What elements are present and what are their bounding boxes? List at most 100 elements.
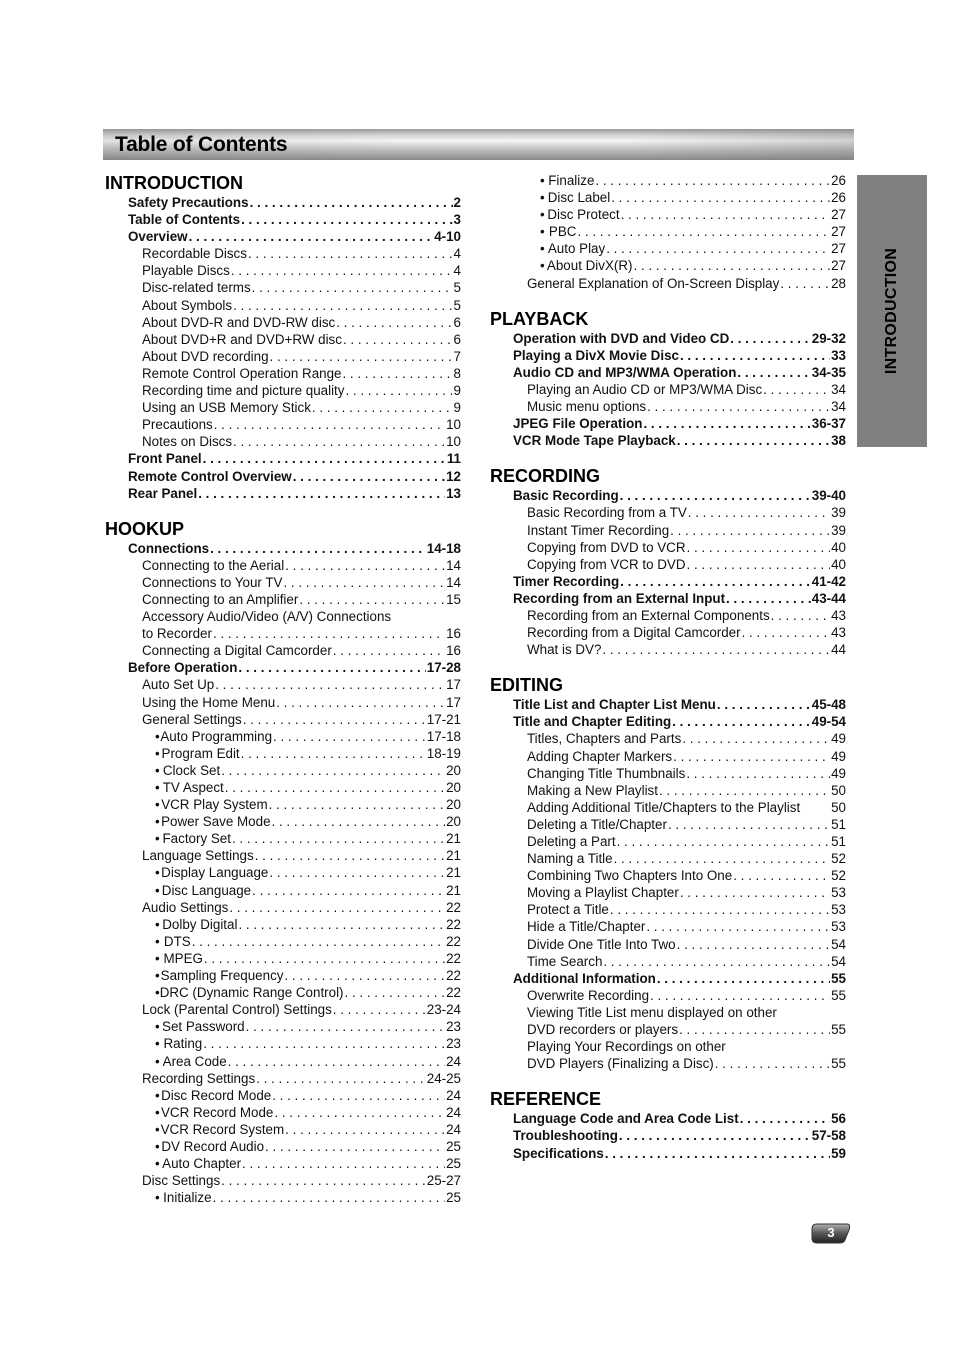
toc-entry[interactable]: Titles, Chapters and Parts 49 — [490, 730, 846, 747]
toc-entry[interactable]: Deleting a Part 51 — [490, 833, 846, 850]
toc-entry[interactable]: Combining Two Chapters Into One 52 — [490, 867, 846, 884]
toc-entry[interactable]: Naming a Title 52 — [490, 850, 846, 867]
toc-entry[interactable]: Recording from an External Components 43 — [490, 607, 846, 624]
toc-entry[interactable]: VCR Mode Tape Playback 38 — [490, 432, 846, 449]
toc-entry[interactable]: •Auto Play 27 — [490, 240, 846, 257]
toc-entry[interactable]: •Disc Label 26 — [490, 189, 846, 206]
toc-entry[interactable]: to Recorder 16 — [105, 625, 461, 642]
toc-entry[interactable]: •DTS 22 — [105, 933, 461, 950]
toc-entry[interactable]: •Disc Protect 27 — [490, 206, 846, 223]
toc-entry[interactable]: Timer Recording 41-42 — [490, 573, 846, 590]
toc-entry[interactable]: Connecting to an Amplifier 15 — [105, 591, 461, 608]
toc-entry[interactable]: Deleting a Title/Chapter 51 — [490, 816, 846, 833]
toc-entry[interactable]: •Area Code 24 — [105, 1053, 461, 1070]
toc-entry[interactable]: Overview 4-10 — [105, 228, 461, 245]
toc-entry[interactable]: Adding Additional Title/Chapters to the … — [490, 799, 846, 816]
toc-entry[interactable]: Operation with DVD and Video CD 29-32 — [490, 330, 846, 347]
toc-entry[interactable]: Recording from an External Input 43-44 — [490, 590, 846, 607]
toc-entry[interactable]: Connecting to the Aerial 14 — [105, 557, 461, 574]
toc-entry[interactable]: •DV Record Audio25 — [105, 1138, 461, 1155]
toc-entry[interactable]: JPEG File Operation 36-37 — [490, 415, 846, 432]
toc-entry[interactable]: Specifications 59 — [490, 1145, 846, 1162]
toc-entry[interactable]: Auto Set Up 17 — [105, 676, 461, 693]
toc-entry[interactable]: Connections 14-18 — [105, 540, 461, 557]
toc-entry[interactable]: Instant Timer Recording 39 — [490, 522, 846, 539]
toc-entry[interactable]: Troubleshooting 57-58 — [490, 1127, 846, 1144]
toc-entry[interactable]: Viewing Title List menu displayed on oth… — [490, 1004, 846, 1021]
toc-entry[interactable]: Recordable Discs 4 — [105, 245, 461, 262]
toc-entry[interactable]: Title and Chapter Editing 49-54 — [490, 713, 846, 730]
toc-entry[interactable]: Adding Chapter Markers 49 — [490, 748, 846, 765]
toc-entry[interactable]: About Symbols 5 — [105, 297, 461, 314]
toc-entry[interactable]: •DRC (Dynamic Range Control)22 — [105, 984, 461, 1001]
toc-entry[interactable]: Using an USB Memory Stick 9 — [105, 399, 461, 416]
toc-entry[interactable]: •Clock Set 20 — [105, 762, 461, 779]
toc-entry[interactable]: •Auto Chapter 25 — [105, 1155, 461, 1172]
toc-entry[interactable]: Notes on Discs 10 — [105, 433, 461, 450]
toc-entry[interactable]: Front Panel 11 — [105, 450, 461, 467]
toc-entry[interactable]: Connections to Your TV 14 — [105, 574, 461, 591]
toc-entry[interactable]: •Finalize 26 — [490, 172, 846, 189]
toc-entry[interactable]: Lock (Parental Control) Settings 23-24 — [105, 1001, 461, 1018]
toc-entry[interactable]: Additional Information 55 — [490, 970, 846, 987]
toc-entry[interactable]: Audio CD and MP3/WMA Operation 34-35 — [490, 364, 846, 381]
toc-entry[interactable]: Using the Home Menu 17 — [105, 694, 461, 711]
toc-entry[interactable]: Title List and Chapter List Menu 45-48 — [490, 696, 846, 713]
toc-entry[interactable]: Recording from a Digital Camcorder 43 — [490, 624, 846, 641]
toc-entry[interactable]: Connecting a Digital Camcorder 16 — [105, 642, 461, 659]
toc-entry[interactable]: •VCR Play System20 — [105, 796, 461, 813]
toc-entry[interactable]: Playable Discs 4 — [105, 262, 461, 279]
toc-entry[interactable]: •Disc Record Mode24 — [105, 1087, 461, 1104]
toc-entry[interactable]: •Disc Language 21 — [105, 882, 461, 899]
toc-entry[interactable]: Music menu options 34 — [490, 398, 846, 415]
toc-entry[interactable]: Rear Panel 13 — [105, 485, 461, 502]
toc-entry[interactable]: Audio Settings 22 — [105, 899, 461, 916]
toc-entry[interactable]: Basic Recording from a TV 39 — [490, 504, 846, 521]
toc-entry[interactable]: Hide a Title/Chapter 53 — [490, 918, 846, 935]
toc-entry[interactable]: Recording Settings 24-25 — [105, 1070, 461, 1087]
toc-entry[interactable]: Making a New Playlist 50 — [490, 782, 846, 799]
toc-entry[interactable]: •Display Language21 — [105, 864, 461, 881]
toc-entry[interactable]: •Initialize 25 — [105, 1189, 461, 1206]
toc-entry[interactable]: Remote Control Operation Range 8 — [105, 365, 461, 382]
toc-entry[interactable]: Playing an Audio CD or MP3/WMA Disc 34 — [490, 381, 846, 398]
toc-entry[interactable]: Time Search 54 — [490, 953, 846, 970]
toc-entry[interactable]: •Power Save Mode20 — [105, 813, 461, 830]
toc-entry[interactable]: •Rating 23 — [105, 1035, 461, 1052]
toc-entry[interactable]: Disc Settings 25-27 — [105, 1172, 461, 1189]
toc-entry[interactable]: Language Settings 21 — [105, 847, 461, 864]
toc-entry[interactable]: Changing Title Thumbnails 49 — [490, 765, 846, 782]
toc-entry[interactable]: General Settings 17-21 — [105, 711, 461, 728]
toc-entry[interactable]: About DVD+R and DVD+RW disc 6 — [105, 331, 461, 348]
toc-entry[interactable]: Before Operation 17-28 — [105, 659, 461, 676]
toc-entry[interactable]: •PBC 27 — [490, 223, 846, 240]
toc-entry[interactable]: •Auto Programming17-18 — [105, 728, 461, 745]
toc-entry[interactable]: Divide One Title Into Two 54 — [490, 936, 846, 953]
toc-entry[interactable]: Precautions 10 — [105, 416, 461, 433]
toc-entry[interactable]: •Program Edit18-19 — [105, 745, 461, 762]
toc-entry[interactable]: •Set Password 23 — [105, 1018, 461, 1035]
toc-entry[interactable]: •About DivX(R) 27 — [490, 257, 846, 274]
toc-entry[interactable]: Playing Your Recordings on other — [490, 1038, 846, 1055]
toc-entry[interactable]: Copying from VCR to DVD 40 — [490, 556, 846, 573]
toc-entry[interactable]: DVD Players (Finalizing a Disc) 55 — [490, 1055, 846, 1072]
toc-entry[interactable]: •VCR Record Mode24 — [105, 1104, 461, 1121]
toc-entry[interactable]: Table of Contents 3 — [105, 211, 461, 228]
toc-entry[interactable]: Disc-related terms 5 — [105, 279, 461, 296]
toc-entry[interactable]: •Sampling Frequency22 — [105, 967, 461, 984]
toc-entry[interactable]: Overwrite Recording 55 — [490, 987, 846, 1004]
toc-entry[interactable]: About DVD recording 7 — [105, 348, 461, 365]
toc-entry[interactable]: •MPEG 22 — [105, 950, 461, 967]
toc-entry[interactable]: DVD recorders or players 55 — [490, 1021, 846, 1038]
toc-entry[interactable]: Protect a Title 53 — [490, 901, 846, 918]
toc-entry[interactable]: General Explanation of On-Screen Display… — [490, 275, 846, 292]
toc-entry[interactable]: Basic Recording 39-40 — [490, 487, 846, 504]
toc-entry[interactable]: Accessory Audio/Video (A/V) Connections — [105, 608, 461, 625]
toc-entry[interactable]: Language Code and Area Code List 56 — [490, 1110, 846, 1127]
toc-entry[interactable]: •Factory Set 21 — [105, 830, 461, 847]
toc-entry[interactable]: •TV Aspect 20 — [105, 779, 461, 796]
toc-entry[interactable]: About DVD-R and DVD-RW disc 6 — [105, 314, 461, 331]
toc-entry[interactable]: •Dolby Digital 22 — [105, 916, 461, 933]
toc-entry[interactable]: Remote Control Overview 12 — [105, 468, 461, 485]
toc-entry[interactable]: Copying from DVD to VCR 40 — [490, 539, 846, 556]
